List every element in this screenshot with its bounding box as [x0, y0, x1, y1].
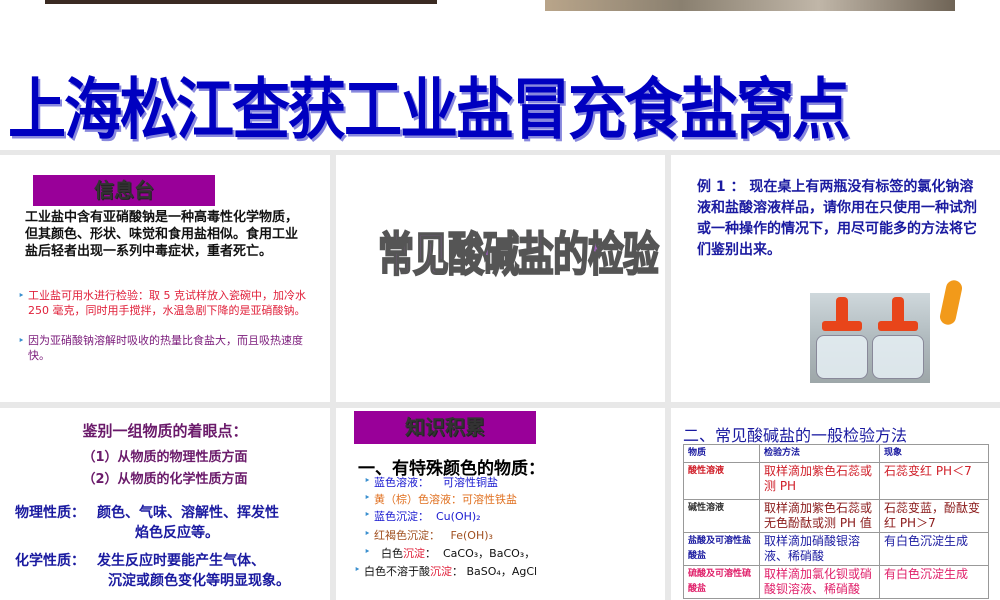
table-header-row: 物质 检验方法 现象: [683, 444, 989, 463]
points-item: （2）从物质的化学性质方面: [82, 472, 248, 487]
slide-title: 上海松江查获工业盐冒充食盐窝点: [8, 70, 850, 149]
list-item: 黄（棕）色溶液：可溶性铁盐: [364, 491, 517, 507]
table-row: 硫酸及可溶性硫酸盐 取样滴加氯化钡或硝酸钡溶液、稀硝酸 有白色沉淀生成: [683, 565, 989, 599]
table-row: 盐酸及可溶性盐酸盐 取样滴加硝酸银溶液、稀硝酸 有白色沉淀生成: [683, 532, 989, 566]
center-title: 常见酸碱盐的检验: [377, 228, 660, 283]
table-row: 酸性溶液 取样滴加紫色石蕊或测 PH 石蕊变红 PH＜7: [683, 462, 989, 500]
pointer-icon: [938, 278, 964, 327]
chem-text: 沉淀或颜色变化等明显现象。: [108, 573, 290, 589]
points-item: （1）从物质的物理性质方面: [82, 450, 248, 465]
chem-text: 发生反应时要能产生气体、: [97, 553, 265, 569]
list-item: 白色沉淀： CaCO₃，BaCO₃，: [364, 545, 535, 561]
info-bullet: 工业盐可用水进行检验：取 5 克试样放入瓷碗中，加冷水 250 毫克，同时用手搅…: [18, 288, 308, 318]
list-item: 蓝色沉淀： Cu(OH)₂: [364, 508, 481, 524]
knowledge-tag: 知识积累: [354, 411, 536, 444]
list-item: 红褐色沉淀： Fe(OH)₃: [364, 527, 493, 543]
slide-methods[interactable]: 二、常见酸碱盐的一般检验方法 物质 检验方法 现象 酸性溶液 取样滴加紫色石蕊或测…: [671, 408, 1000, 600]
phys-text: 颜色、气味、溶解性、挥发性: [97, 505, 279, 521]
bottles-photo: [810, 293, 930, 383]
chem-label: 化学性质：: [15, 553, 85, 569]
phys-text: 焰色反应等。: [135, 525, 219, 541]
list-item: 白色不溶于酸沉淀： BaSO₄，AgCl: [354, 563, 537, 579]
info-bullet: 因为亚硝酸钠溶解时吸收的热量比食盐大，而且吸热速度快。: [18, 333, 308, 363]
slide-info[interactable]: 信息台 工业盐中含有亚硝酸钠是一种高毒性化学物质，但其颜色、形状、味觉和食用盐相…: [0, 155, 330, 402]
slide-center-title[interactable]: 常见酸碱盐的检验: [336, 155, 665, 402]
example-text: 例 1 ： 现在桌上有两瓶没有标签的氯化钠溶液和盐酸溶液样品，请你用在只使用一种…: [697, 179, 977, 258]
list-item: 蓝色溶液： 可溶性铜盐: [364, 474, 498, 490]
slide-example[interactable]: 例 1 ： 现在桌上有两瓶没有标签的氯化钠溶液和盐酸溶液样品，请你用在只使用一种…: [671, 155, 1000, 402]
points-heading: 鉴别一组物质的着眼点：: [82, 422, 248, 440]
slide-points[interactable]: 鉴别一组物质的着眼点： （1）从物质的物理性质方面 （2）从物质的化学性质方面 …: [0, 408, 330, 600]
photo-strip: [45, 0, 437, 4]
title-slide: 上海松江查获工业盐冒充食盐窝点: [0, 0, 1000, 150]
photo-strip: [545, 0, 955, 11]
phys-label: 物理性质：: [15, 505, 85, 521]
table-row: 碱性溶液 取样滴加紫色石蕊或无色酚酞或测 PH 值石蕊变蓝，酚酞变红 PH＞7: [683, 499, 989, 533]
info-tag: 信息台: [33, 175, 215, 206]
methods-table: 物质 检验方法 现象 酸性溶液 取样滴加紫色石蕊或测 PH 石蕊变红 PH＜7 碱性…: [683, 444, 989, 599]
info-text: 工业盐中含有亚硝酸钠是一种高毒性化学物质，但其颜色、形状、味觉和食用盐相似。食用…: [25, 210, 299, 259]
slide-knowledge[interactable]: 知识积累 一、有特殊颜色的物质： 蓝色溶液： 可溶性铜盐 黄（棕）色溶液：可溶性…: [336, 408, 665, 600]
methods-heading: 二、常见酸碱盐的一般检验方法: [683, 426, 908, 445]
